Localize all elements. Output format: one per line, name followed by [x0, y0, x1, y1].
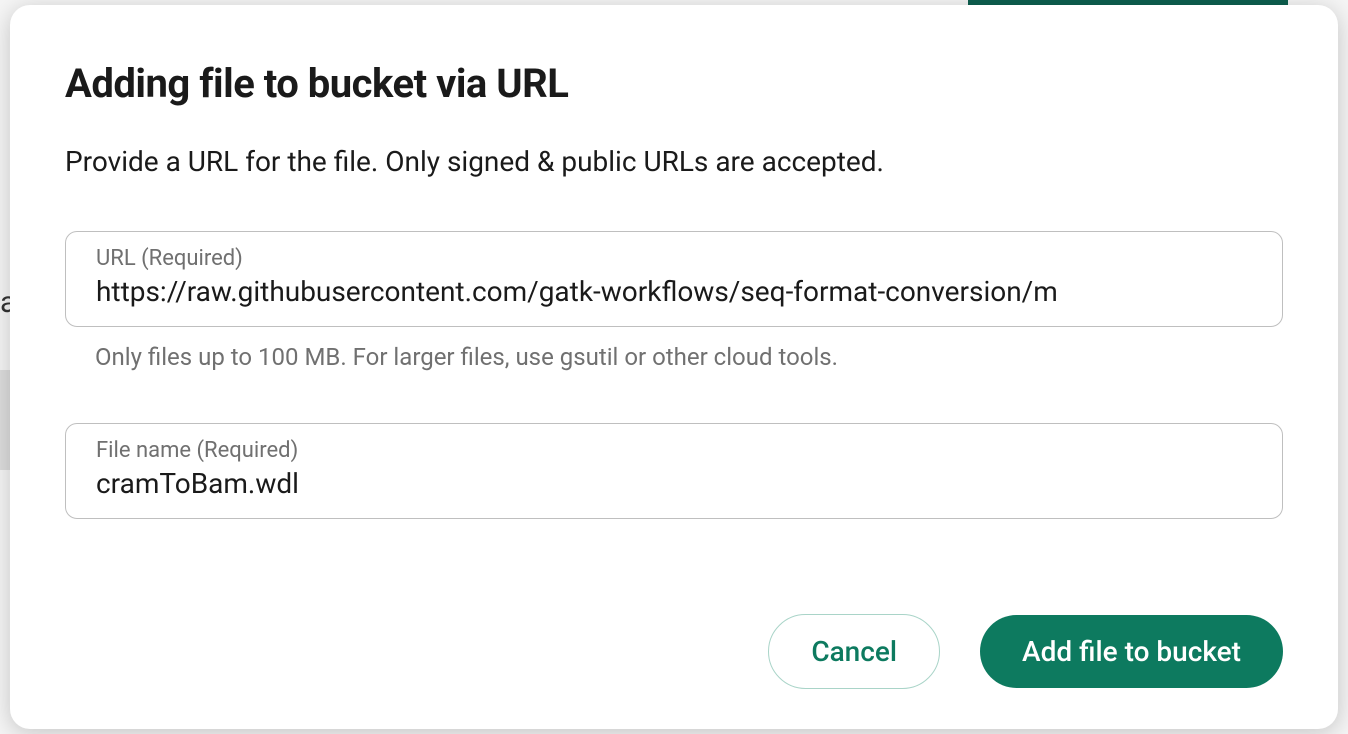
filename-input-label: File name (Required) [96, 438, 1252, 463]
url-input-wrapper[interactable]: URL (Required) [65, 231, 1283, 327]
filename-input-group: File name (Required) [65, 423, 1283, 519]
filename-input[interactable] [96, 467, 1252, 500]
add-file-modal: Adding file to bucket via URL Provide a … [10, 5, 1338, 729]
url-input[interactable] [96, 275, 1252, 308]
url-helper-text: Only files up to 100 MB. For larger file… [95, 343, 1283, 371]
url-input-group: URL (Required) Only files up to 100 MB. … [65, 231, 1283, 407]
cancel-button[interactable]: Cancel [768, 614, 940, 689]
modal-button-row: Cancel Add file to bucket [65, 554, 1283, 689]
add-file-button[interactable]: Add file to bucket [980, 615, 1283, 688]
modal-description: Provide a URL for the file. Only signed … [65, 142, 1283, 181]
modal-title: Adding file to bucket via URL [65, 60, 1283, 107]
filename-input-wrapper[interactable]: File name (Required) [65, 423, 1283, 519]
url-input-label: URL (Required) [96, 246, 1252, 271]
